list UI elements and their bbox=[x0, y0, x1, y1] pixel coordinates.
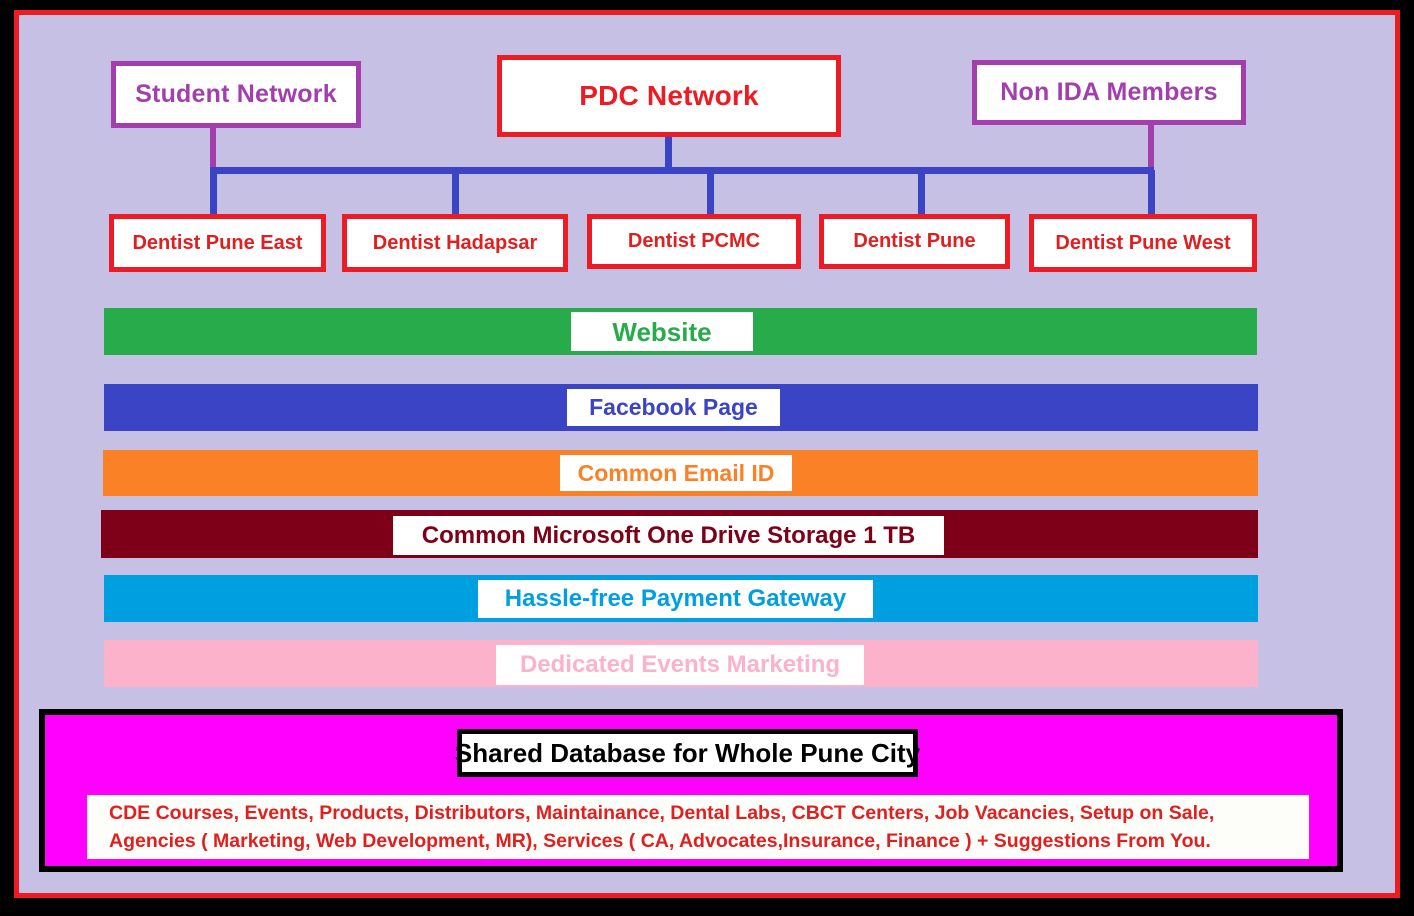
shared-database-title: Shared Database for Whole Pune City bbox=[454, 737, 921, 768]
connector-drop-hadapsar bbox=[452, 170, 459, 220]
node-dentist-hadapsar-label: Dentist Hadapsar bbox=[372, 231, 538, 254]
shared-database-list-line-2: Agencies ( Marketing, Web Development, M… bbox=[109, 830, 1211, 852]
bar-facebook-page-label-box[interactable]: Facebook Page bbox=[567, 389, 780, 426]
diagram-canvas: Student Network PDC Network Non IDA Memb… bbox=[19, 15, 1395, 893]
node-dentist-pune-east-label: Dentist Pune East bbox=[132, 231, 303, 254]
connector-drop-pune bbox=[918, 170, 925, 220]
bar-common-email-id-label: Common Email ID bbox=[577, 459, 775, 486]
shared-database-list-box[interactable]: CDE Courses, Events, Products, Distribut… bbox=[87, 795, 1309, 859]
node-dentist-pune[interactable]: Dentist Pune bbox=[819, 214, 1010, 269]
node-dentist-pcmc[interactable]: Dentist PCMC bbox=[587, 214, 801, 269]
node-pdc-network-label: PDC Network bbox=[579, 80, 759, 112]
bar-common-email-id-label-box[interactable]: Common Email ID bbox=[560, 455, 792, 491]
bar-events-marketing-label-box[interactable]: Dedicated Events Marketing bbox=[496, 645, 864, 685]
bar-payment-gateway-label: Hassle-free Payment Gateway bbox=[504, 585, 847, 612]
connector-drop-pcmc bbox=[707, 170, 714, 220]
shared-database-panel[interactable]: Shared Database for Whole Pune City CDE … bbox=[39, 709, 1343, 872]
bar-website-label: Website bbox=[612, 316, 712, 347]
bar-website-label-box[interactable]: Website bbox=[571, 312, 753, 351]
node-pdc-network[interactable]: PDC Network bbox=[497, 55, 841, 137]
connector-drop-pune-east bbox=[210, 170, 217, 220]
diagram-frame: Student Network PDC Network Non IDA Memb… bbox=[14, 10, 1400, 898]
node-student-network[interactable]: Student Network bbox=[111, 61, 361, 128]
bar-onedrive-storage-label: Common Microsoft One Drive Storage 1 TB bbox=[421, 521, 916, 549]
node-dentist-pune-west-label: Dentist Pune West bbox=[1055, 231, 1231, 254]
shared-database-title-box[interactable]: Shared Database for Whole Pune City bbox=[454, 729, 921, 777]
bar-onedrive-storage-label-box[interactable]: Common Microsoft One Drive Storage 1 TB bbox=[393, 516, 944, 555]
node-dentist-pune-west[interactable]: Dentist Pune West bbox=[1029, 214, 1257, 272]
node-dentist-hadapsar[interactable]: Dentist Hadapsar bbox=[342, 214, 568, 272]
bar-payment-gateway-label-box[interactable]: Hassle-free Payment Gateway bbox=[478, 580, 873, 618]
connector-drop-pune-west bbox=[1148, 170, 1155, 220]
node-non-ida-members-label: Non IDA Members bbox=[1000, 78, 1218, 107]
shared-database-list-line-1: CDE Courses, Events, Products, Distribut… bbox=[109, 801, 1215, 824]
bar-events-marketing-label: Dedicated Events Marketing bbox=[519, 651, 841, 678]
node-dentist-pune-east[interactable]: Dentist Pune East bbox=[109, 214, 326, 272]
node-non-ida-members[interactable]: Non IDA Members bbox=[972, 60, 1246, 125]
bar-facebook-page-label: Facebook Page bbox=[589, 394, 758, 420]
node-dentist-pune-label: Dentist Pune bbox=[853, 230, 976, 252]
connector-student-stem bbox=[210, 128, 216, 172]
connector-nonida-stem bbox=[1148, 125, 1154, 172]
node-student-network-label: Student Network bbox=[135, 80, 337, 109]
node-dentist-pcmc-label: Dentist PCMC bbox=[627, 230, 761, 252]
connector-trunk bbox=[210, 167, 1154, 174]
